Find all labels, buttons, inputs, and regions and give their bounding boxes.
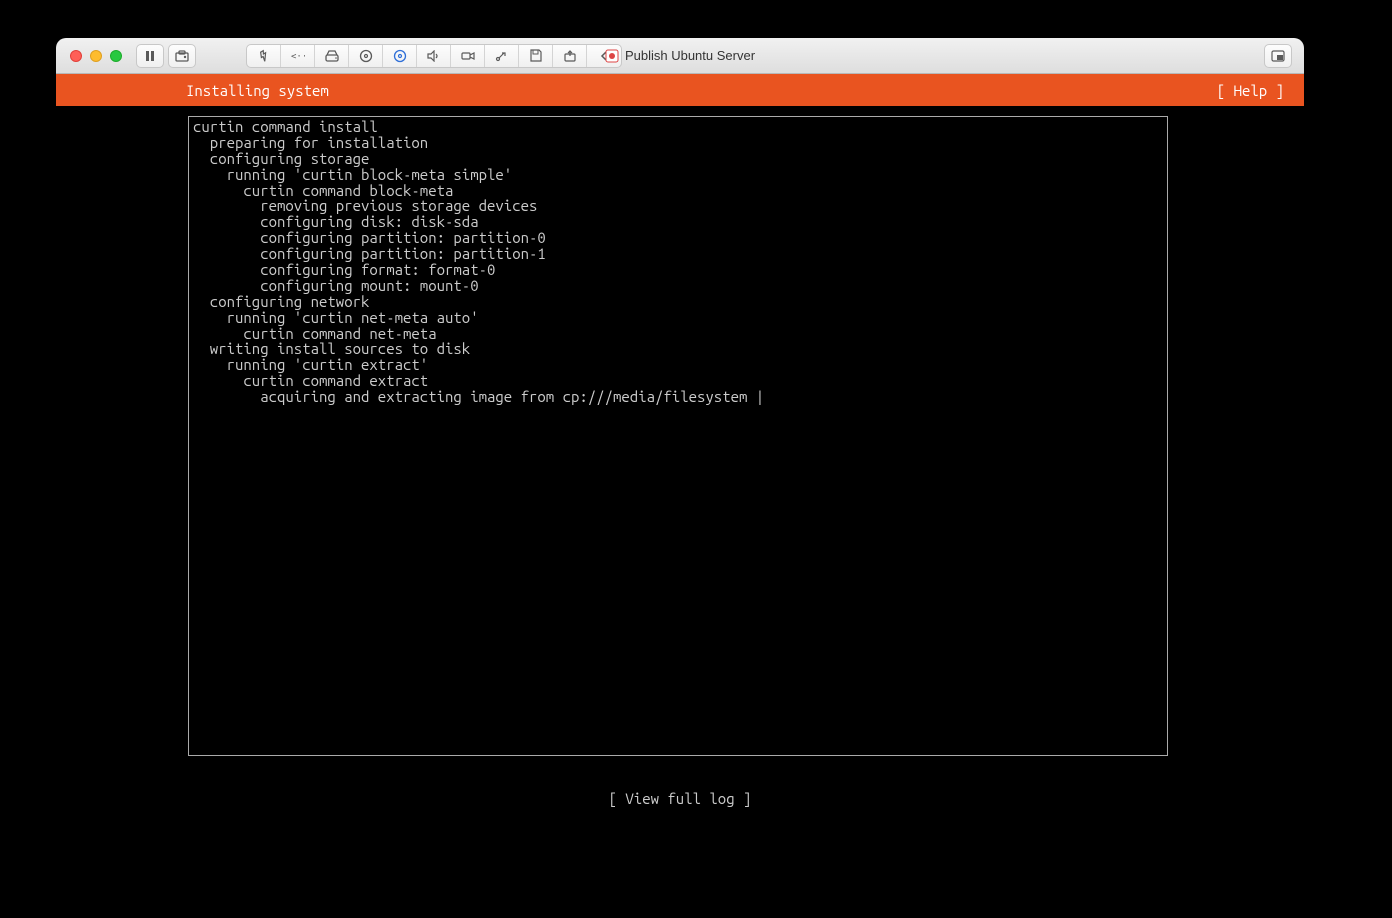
log-line: removing previous storage devices <box>193 198 1163 214</box>
titlebar: <··> <box>56 38 1304 74</box>
svg-text:<··>: <··> <box>291 52 305 61</box>
install-log: curtin command install preparing for ins… <box>188 116 1168 756</box>
toolbar-group-devices: <··> <box>246 44 622 68</box>
usb-icon[interactable] <box>485 45 519 67</box>
chevron-left-icon[interactable] <box>587 45 621 67</box>
log-line: configuring network <box>193 294 1163 310</box>
close-button[interactable] <box>70 50 82 62</box>
log-line: configuring disk: disk-sda <box>193 214 1163 230</box>
log-line: curtin command block-meta <box>193 183 1163 199</box>
log-line: configuring format: format-0 <box>193 262 1163 278</box>
share-icon[interactable] <box>553 45 587 67</box>
log-line: running 'curtin block-meta simple' <box>193 167 1163 183</box>
camera-icon[interactable] <box>451 45 485 67</box>
toolbar-group-left <box>136 44 196 68</box>
device-segment: <··> <box>246 44 622 68</box>
log-line: running 'curtin extract' <box>193 357 1163 373</box>
window-title-text: Publish Ubuntu Server <box>625 48 755 63</box>
log-line: configuring partition: partition-1 <box>193 246 1163 262</box>
settings-icon[interactable] <box>247 45 281 67</box>
network-icon[interactable]: <··> <box>281 45 315 67</box>
vm-window: <··> <box>56 38 1304 823</box>
floppy-icon[interactable] <box>519 45 553 67</box>
cd-icon[interactable] <box>349 45 383 67</box>
minimize-button[interactable] <box>90 50 102 62</box>
log-line: curtin command install <box>193 119 1163 135</box>
hard-disk-icon[interactable] <box>315 45 349 67</box>
window-title: Publish Ubuntu Server <box>56 48 1304 63</box>
cd-icon-2[interactable] <box>383 45 417 67</box>
log-line: acquiring and extracting image from cp:/… <box>193 389 1163 405</box>
installer-header: Installing system [ Help ] <box>56 74 1304 106</box>
maximize-button[interactable] <box>110 50 122 62</box>
help-button[interactable]: [ Help ] <box>1217 82 1292 99</box>
view-full-log-button[interactable]: [ View full log ] <box>56 790 1304 807</box>
pause-button[interactable] <box>136 44 164 68</box>
log-line: preparing for installation <box>193 135 1163 151</box>
vm-content: Installing system [ Help ] curtin comman… <box>56 74 1304 823</box>
snapshot-button[interactable] <box>168 44 196 68</box>
picture-in-picture-button[interactable] <box>1264 44 1292 68</box>
log-line: configuring mount: mount-0 <box>193 278 1163 294</box>
log-line: curtin command extract <box>193 373 1163 389</box>
installer-title: Installing system <box>68 82 329 99</box>
log-line: configuring partition: partition-0 <box>193 230 1163 246</box>
sound-icon[interactable] <box>417 45 451 67</box>
log-line: curtin command net-meta <box>193 326 1163 342</box>
log-line: writing install sources to disk <box>193 341 1163 357</box>
traffic-lights <box>56 50 122 62</box>
log-line: running 'curtin net-meta auto' <box>193 310 1163 326</box>
log-line: configuring storage <box>193 151 1163 167</box>
